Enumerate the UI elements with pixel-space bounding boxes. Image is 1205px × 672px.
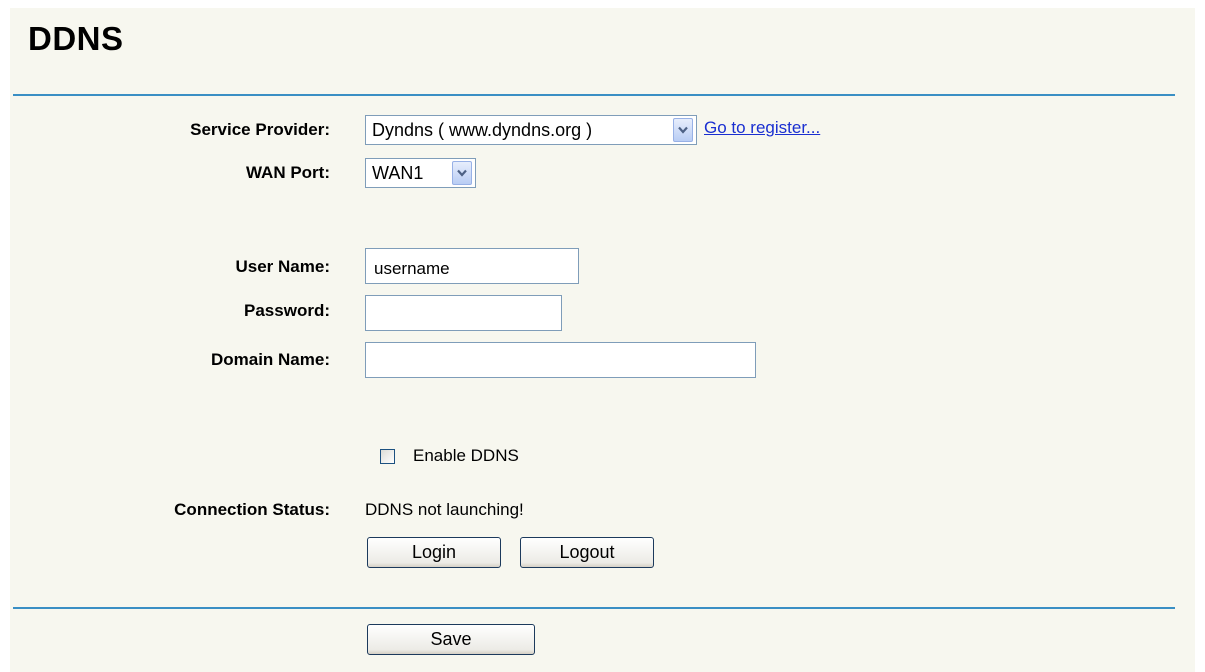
service-provider-label: Service Provider: [190,120,330,139]
wan-port-value: WAN1 [372,162,424,183]
wan-port-select[interactable]: WAN1 [365,158,476,188]
service-provider-value: Dyndns ( www.dyndns.org ) [372,119,593,140]
password-label: Password: [244,301,330,320]
user-name-label: User Name: [235,257,331,276]
user-name-input[interactable] [365,248,579,284]
wan-port-label: WAN Port: [245,163,330,182]
page-title: DDNS [28,20,124,57]
chevron-down-icon[interactable] [452,161,472,185]
enable-ddns-checkbox[interactable] [380,449,395,464]
bottom-divider [13,607,1175,609]
save-button[interactable]: Save [367,624,535,655]
logout-button[interactable]: Logout [520,537,654,568]
enable-ddns-label: Enable DDNS [413,446,519,465]
domain-name-input[interactable] [365,342,756,378]
register-link[interactable]: Go to register... [704,118,820,138]
chevron-down-icon[interactable] [673,118,693,142]
connection-status-value: DDNS not launching! [365,500,524,519]
top-divider [13,94,1175,96]
ddns-panel: DDNS [10,8,1195,672]
login-button[interactable]: Login [367,537,501,568]
domain-name-label: Domain Name: [210,350,330,369]
connection-status-label: Connection Status: [174,500,330,519]
password-input[interactable] [365,295,562,331]
service-provider-select[interactable]: Dyndns ( www.dyndns.org ) [365,115,697,145]
